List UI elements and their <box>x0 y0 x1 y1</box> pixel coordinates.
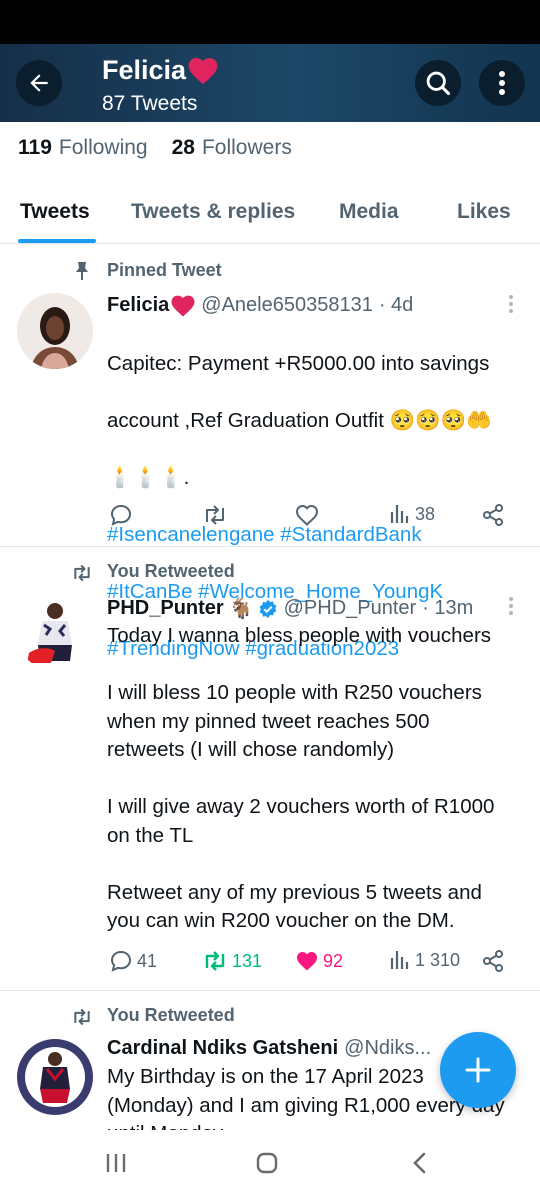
tab-tweets[interactable]: Tweets <box>20 200 90 224</box>
like-button[interactable]: 92 <box>295 949 343 973</box>
author-name[interactable]: Cardinal Ndiks Gatsheni <box>107 1037 338 1060</box>
profile-tabs: Tweets Tweets & replies Media Likes <box>0 186 540 244</box>
tweet-count: 87 Tweets <box>102 92 198 115</box>
profile-name-heading: Felicia <box>102 55 218 86</box>
verified-badge-icon <box>259 599 276 618</box>
share-icon <box>483 950 503 972</box>
tweet-text-line: 🕯️🕯️🕯️. <box>107 465 190 489</box>
retweet-icon <box>206 505 224 525</box>
reply-icon <box>110 950 132 972</box>
home-icon[interactable] <box>256 1152 278 1174</box>
views-count: 1 310 <box>415 949 461 970</box>
author-handle[interactable]: @PHD_Punter <box>284 597 417 620</box>
like-button[interactable] <box>295 503 319 527</box>
retweet-context-label: You Retweeted <box>107 561 235 581</box>
tweet-more-button[interactable] <box>505 295 517 315</box>
views-icon <box>390 505 409 523</box>
views-icon <box>390 951 409 969</box>
author-handle[interactable]: @Anele650358131 <box>201 294 373 317</box>
back-button[interactable] <box>16 60 62 106</box>
retweet-count: 131 <box>232 950 263 971</box>
more-vertical-icon <box>499 71 505 95</box>
retweet-button[interactable] <box>202 503 228 527</box>
tweet-retweeted[interactable]: You Retweeted PHD_Punter 🐐 @PHD_Punter ·… <box>0 547 540 991</box>
tweet-header: Felicia @Anele650358131 · 4d <box>107 294 507 317</box>
tweet-more-button[interactable] <box>505 597 517 617</box>
red-heart-emoji-icon <box>171 295 195 316</box>
views-count: 38 <box>415 503 436 524</box>
tweet-actions: 41 131 92 1 310 <box>107 949 517 979</box>
compose-tweet-button[interactable] <box>440 1032 516 1108</box>
followers-link[interactable]: 28 Followers <box>172 136 292 160</box>
tweet-pinned[interactable]: Pinned Tweet Felicia @Anele650358131 · 4… <box>0 245 540 660</box>
goat-emoji: 🐐 <box>228 598 254 620</box>
like-count: 92 <box>323 950 344 971</box>
tab-likes[interactable]: Likes <box>457 200 511 224</box>
heart-icon <box>295 504 319 526</box>
followers-label: Followers <box>201 136 292 159</box>
search-icon <box>426 71 451 96</box>
plus-icon <box>465 1057 491 1083</box>
author-name[interactable]: PHD_Punter <box>107 597 224 620</box>
following-link[interactable]: 119 Following <box>18 136 148 160</box>
retweet-button[interactable]: 131 <box>202 949 262 973</box>
author-handle[interactable]: @Ndiks... <box>344 1037 431 1060</box>
share-button[interactable] <box>481 503 505 527</box>
recent-apps-icon[interactable] <box>105 1152 127 1174</box>
avatar[interactable] <box>17 1039 93 1115</box>
retweet-icon <box>205 951 225 971</box>
reply-button[interactable] <box>109 503 133 527</box>
reply-count: 41 <box>137 950 158 971</box>
reply-icon <box>110 504 132 526</box>
tweet-actions: 38 <box>107 503 517 533</box>
profile-header: Felicia 87 Tweets <box>0 44 540 122</box>
retweet-context-label: You Retweeted <box>107 1005 235 1025</box>
reply-button[interactable]: 41 <box>109 949 157 973</box>
views-button[interactable]: 1 310 <box>389 949 460 971</box>
tweet-text-line: Capitec: Payment +R5000.00 into savings <box>107 351 490 375</box>
tweet-header: PHD_Punter 🐐 @PHD_Punter · 13m <box>107 596 507 621</box>
tab-media[interactable]: Media <box>339 200 399 224</box>
profile-name: Felicia <box>102 55 187 85</box>
tweet-text: Today I wanna bless people with vouchers… <box>107 624 495 932</box>
tweet-text-line: account ,Ref Graduation Outfit 🥺🥺🥺🤲 <box>107 408 492 432</box>
system-navigation-bar <box>0 1130 540 1200</box>
active-tab-indicator <box>18 239 96 243</box>
avatar[interactable] <box>17 293 93 369</box>
tab-tweets-and-replies[interactable]: Tweets & replies <box>131 200 295 224</box>
system-back-icon[interactable] <box>410 1152 428 1174</box>
retweet-icon <box>74 564 90 582</box>
pinned-label: Pinned Tweet <box>107 260 222 280</box>
more-options-button[interactable] <box>479 60 525 106</box>
views-button[interactable]: 38 <box>389 503 435 525</box>
author-name[interactable]: Felicia <box>107 294 169 317</box>
followers-count: 28 <box>171 136 195 159</box>
share-icon <box>483 504 503 526</box>
follow-stats: 119 Following 28 Followers <box>18 136 316 160</box>
following-label: Following <box>58 136 148 159</box>
pin-icon <box>76 262 88 280</box>
avatar[interactable] <box>17 595 93 671</box>
arrow-left-icon <box>30 74 48 92</box>
following-count: 119 <box>18 136 52 159</box>
tweet-time: · 13m <box>422 597 474 619</box>
red-heart-emoji-icon <box>188 57 218 84</box>
tweet-time: · 4d <box>378 294 414 316</box>
heart-filled-icon <box>297 952 317 971</box>
search-button[interactable] <box>415 60 461 106</box>
retweet-icon <box>74 1008 90 1026</box>
share-button[interactable] <box>481 949 505 973</box>
status-bar <box>0 0 540 44</box>
